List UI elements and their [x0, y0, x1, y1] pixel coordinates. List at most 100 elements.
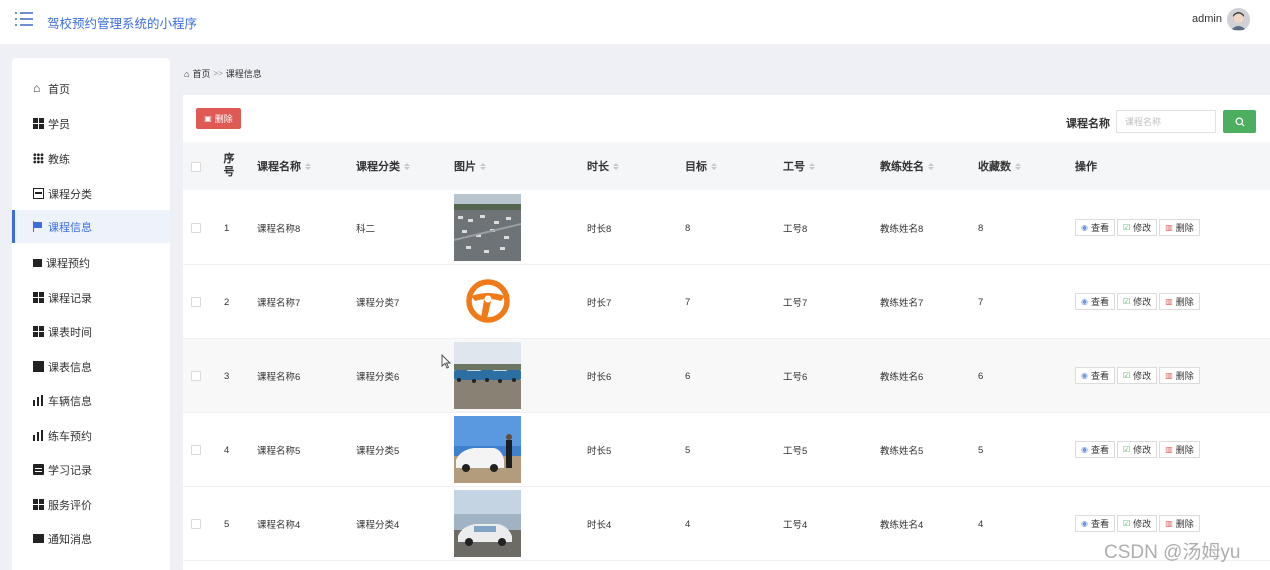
cell-favorites: 4	[978, 518, 984, 530]
search-button[interactable]	[1223, 110, 1256, 133]
trash-icon: ▥	[1165, 445, 1173, 454]
sort-icon[interactable]	[1015, 162, 1021, 170]
cell-favorites: 6	[978, 370, 984, 382]
row-checkbox[interactable]	[191, 519, 201, 529]
row-actions: ◉ 查看 ☑ 修改 ▥ 删除	[1075, 293, 1202, 310]
view-button[interactable]: ◉ 查看	[1075, 293, 1115, 310]
cell-duration: 时长4	[587, 520, 612, 531]
view-button[interactable]: ◉ 查看	[1075, 515, 1115, 532]
edit-button[interactable]: ☑ 修改	[1117, 219, 1158, 236]
search-label: 课程名称	[1066, 118, 1110, 130]
sidebar-item-label: 练车预约	[48, 430, 92, 443]
sidebar-item-home[interactable]: ⌂ 首页	[12, 72, 170, 105]
row-checkbox[interactable]	[191, 297, 201, 307]
row-checkbox[interactable]	[191, 445, 201, 455]
grid-icon	[33, 326, 44, 337]
column-header-image[interactable]: 图片	[454, 142, 486, 190]
delete-button[interactable]: ▥ 删除	[1159, 441, 1200, 458]
column-header-index: 序号	[223, 153, 235, 178]
sidebar-item-course-record[interactable]: 课程记录	[12, 281, 170, 314]
eye-icon: ◉	[1081, 223, 1088, 232]
column-header-job-no[interactable]: 工号	[783, 142, 815, 190]
select-all-checkbox[interactable]	[191, 162, 201, 172]
cell-coach: 教练姓名6	[880, 372, 924, 383]
sort-icon[interactable]	[809, 162, 815, 170]
edit-button[interactable]: ☑ 修改	[1117, 367, 1158, 384]
delete-button[interactable]: ▥ 删除	[1159, 293, 1200, 310]
sidebar-item-label: 课表信息	[48, 361, 92, 374]
course-image[interactable]	[454, 342, 521, 409]
row-actions: ◉ 查看 ☑ 修改 ▥ 删除	[1075, 441, 1202, 458]
sidebar-item-notifications[interactable]: 通知消息	[12, 522, 170, 555]
delete-button[interactable]: ▥ 删除	[1159, 515, 1200, 532]
row-checkbox[interactable]	[191, 371, 201, 381]
batch-delete-button[interactable]: ▣ 删除	[196, 108, 241, 129]
column-header-favorites[interactable]: 收藏数	[978, 142, 1021, 190]
trash-icon: ▥	[1165, 223, 1173, 232]
cell-job-no: 工号8	[783, 224, 808, 235]
sidebar-item-practice-booking[interactable]: 练车预约	[12, 419, 170, 452]
column-header-category[interactable]: 课程分类	[356, 142, 410, 190]
cell-name: 课程名称4	[257, 520, 301, 531]
column-header-target[interactable]: 目标	[685, 142, 717, 190]
column-header-actions: 操作	[1075, 161, 1097, 173]
course-image[interactable]	[454, 490, 521, 557]
sidebar-item-schedule-info[interactable]: 课表信息	[12, 350, 170, 383]
table-row: 1 课程名称8 科二 时长8 8 工号8 教练姓名8 8 ◉ 查看 ☑ 修改 ▥ 删除	[183, 191, 1270, 265]
sidebar-item-label: 服务评价	[48, 499, 92, 512]
view-button[interactable]: ◉ 查看	[1075, 367, 1115, 384]
column-header-name[interactable]: 课程名称	[257, 142, 311, 190]
sidebar-item-course-category[interactable]: 课程分类	[12, 177, 170, 210]
cell-job-no: 工号7	[783, 298, 808, 309]
row-checkbox[interactable]	[191, 223, 201, 233]
bar-chart-icon	[33, 395, 44, 406]
menu-toggle-icon[interactable]	[15, 12, 33, 28]
delete-button[interactable]: ▥ 删除	[1159, 367, 1200, 384]
view-button[interactable]: ◉ 查看	[1075, 219, 1115, 236]
column-header-duration[interactable]: 时长	[587, 142, 619, 190]
cell-job-no: 工号6	[783, 372, 808, 383]
sidebar-item-label: 课程记录	[48, 292, 92, 305]
watermark: CSDN @汤姆yu	[1104, 542, 1241, 563]
sort-icon[interactable]	[404, 162, 410, 170]
sidebar-item-vehicle-info[interactable]: 车辆信息	[12, 384, 170, 417]
sidebar-item-coaches[interactable]: 教练	[12, 142, 170, 175]
cell-duration: 时长8	[587, 224, 612, 235]
edit-icon: ☑	[1123, 445, 1131, 454]
sort-icon[interactable]	[613, 162, 619, 170]
sort-icon[interactable]	[480, 162, 486, 170]
breadcrumb-home[interactable]: 首页	[192, 67, 210, 80]
sidebar-item-study-record[interactable]: 学习记录	[12, 453, 170, 486]
sidebar-item-course-booking[interactable]: 课程预约	[12, 246, 170, 279]
edit-button[interactable]: ☑ 修改	[1117, 515, 1158, 532]
cell-index: 2	[224, 296, 230, 308]
batch-delete-label: 删除	[214, 114, 233, 124]
course-image[interactable]	[454, 268, 521, 335]
cell-job-no: 工号5	[783, 446, 808, 457]
eye-icon: ◉	[1081, 297, 1088, 306]
sidebar-item-schedule-time[interactable]: 课表时间	[12, 315, 170, 348]
cell-category: 课程分类5	[356, 446, 400, 457]
view-button[interactable]: ◉ 查看	[1075, 441, 1115, 458]
delete-button[interactable]: ▥ 删除	[1159, 219, 1200, 236]
course-image[interactable]	[454, 416, 521, 483]
edit-button[interactable]: ☑ 修改	[1117, 441, 1158, 458]
sort-icon[interactable]	[305, 162, 311, 170]
avatar[interactable]	[1227, 8, 1250, 31]
course-image[interactable]	[454, 194, 521, 261]
cell-category: 科二	[356, 224, 376, 235]
sidebar-item-service-review[interactable]: 服务评价	[12, 488, 170, 521]
sort-icon[interactable]	[928, 162, 934, 170]
edit-button[interactable]: ☑ 修改	[1117, 293, 1158, 310]
area-chart-icon	[33, 361, 44, 372]
breadcrumb-current: 课程信息	[225, 69, 262, 79]
sort-icon[interactable]	[711, 162, 717, 170]
user-name[interactable]: admin	[1192, 13, 1222, 25]
search-input[interactable]	[1116, 110, 1216, 133]
table-header: 序号 课程名称 课程分类 图片 时长 目标 工号 教练姓名 收藏数 操作	[183, 142, 1270, 190]
column-header-coach[interactable]: 教练姓名	[880, 142, 934, 190]
sidebar-item-students[interactable]: 学员	[12, 107, 170, 140]
cell-duration: 时长7	[587, 298, 612, 309]
sidebar: ⌂ 首页 学员 教练 课程分类 课程信息 课程预约 课程记录 课表时间 课表信息 …	[12, 58, 170, 570]
sidebar-item-course-info[interactable]: 课程信息	[12, 210, 170, 243]
